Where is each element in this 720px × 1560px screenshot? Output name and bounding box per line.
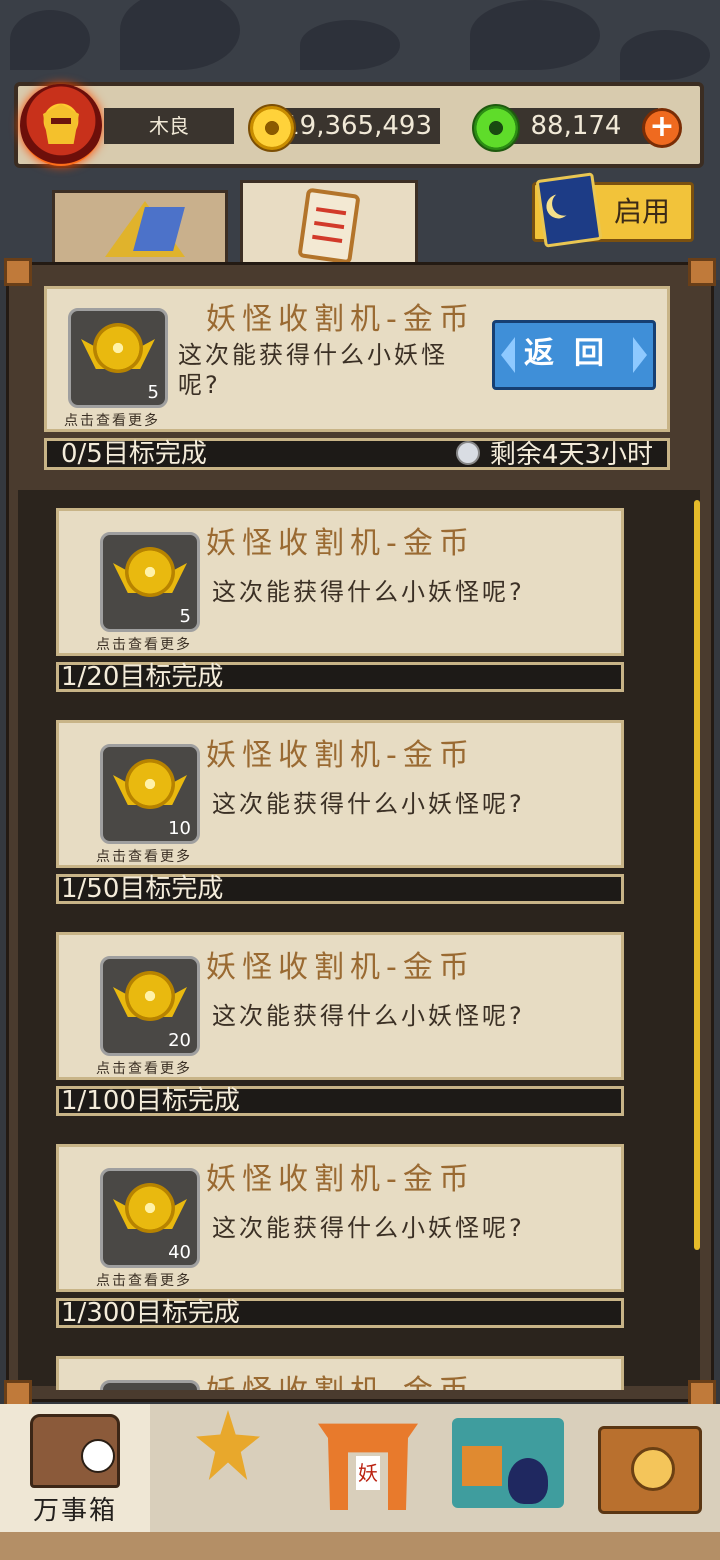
task-title: 妖怪收割机-金币 (206, 738, 475, 773)
shop-bag-icon (452, 1418, 564, 1508)
event-progress-bar: 0/5目标完成 剩余4天3小时 (44, 438, 670, 470)
star-trophy-icon (196, 1410, 260, 1480)
reward-count: 10 (168, 818, 191, 839)
task-description: 这次能获得什么小妖怪呢? (212, 578, 525, 606)
event-title: 妖怪收割机-金币 (206, 302, 475, 337)
reward-item[interactable]: 5 (68, 308, 168, 408)
task-title: 妖怪收割机-金币 (206, 1162, 475, 1197)
player-name: 木良 (104, 108, 234, 144)
task-title: 妖怪收割机-金币 (206, 950, 475, 985)
clipboard-icon (297, 187, 361, 265)
reward-count: 40 (168, 1242, 191, 1263)
view-more-hint[interactable]: 点击查看更多 (96, 1058, 192, 1078)
task-progress-text: 1/100目标完成 (61, 1086, 240, 1116)
reward-count: 5 (179, 606, 191, 627)
corner-ornament (4, 258, 32, 286)
reward-count: 20 (168, 1030, 191, 1051)
add-gems-button[interactable]: + (642, 108, 682, 148)
task-progress-text: 1/300目标完成 (61, 1298, 240, 1328)
task-progress-text: 1/20目标完成 (61, 662, 224, 692)
task-description: 这次能获得什么小妖怪呢? (212, 1002, 525, 1030)
gold-medal-icon (125, 971, 175, 1021)
task-list[interactable]: 5 点击查看更多 妖怪收割机-金币 这次能获得什么小妖怪呢? 1/20目标完成 … (18, 496, 700, 1390)
view-more-hint[interactable]: 点击查看更多 (96, 846, 192, 866)
reward-item[interactable]: 10 (100, 744, 200, 844)
corner-ornament (688, 258, 716, 286)
task-description: 这次能获得什么小妖怪呢? (212, 1214, 525, 1242)
view-more-hint[interactable]: 点击查看更多 (96, 1270, 192, 1290)
task-title: 妖怪收割机-金币 (206, 526, 475, 561)
gold-medal-icon (125, 759, 175, 809)
back-button[interactable]: 返回 (492, 320, 656, 390)
event-progress-text: 0/5目标完成 (61, 439, 207, 469)
view-more-hint[interactable]: 点击查看更多 (96, 634, 192, 654)
task-progress-text: 1/50目标完成 (61, 874, 224, 904)
time-remaining: 剩余4天3小时 (455, 440, 653, 470)
reward-count: 5 (147, 382, 159, 403)
task-progress-bar: 1/100目标完成 (56, 1086, 624, 1116)
book-emblem-icon (598, 1426, 702, 1514)
clock-icon (455, 441, 480, 465)
nav-item-chest[interactable]: 万事箱 (0, 1404, 150, 1536)
task-progress-bar: 1/20目标完成 (56, 662, 624, 692)
chest-clock-icon (30, 1414, 120, 1488)
gold-medal-icon (125, 547, 175, 597)
nav-item-book[interactable] (576, 1404, 720, 1536)
time-remaining-text: 剩余4天3小时 (489, 440, 653, 470)
gold-medal-icon (125, 1183, 175, 1233)
mask-icon (43, 104, 79, 144)
reward-item[interactable]: 5 (100, 532, 200, 632)
nav-bottom-trim (0, 1532, 720, 1560)
nav-item-trophy[interactable] (150, 1404, 294, 1536)
reward-item[interactable]: 20 (100, 956, 200, 1056)
nav-item-label: 万事箱 (32, 1496, 117, 1526)
gem-icon (472, 104, 520, 152)
event-description: 这次能获得什么小妖怪呢? (178, 341, 448, 399)
tab-cards[interactable] (52, 190, 228, 270)
task-description: 这次能获得什么小妖怪呢? (212, 790, 525, 818)
tab-tasks[interactable] (240, 180, 418, 272)
nav-item-shop[interactable] (438, 1404, 582, 1536)
moon-card-icon (535, 172, 603, 248)
gate-sign: 妖 (356, 1456, 380, 1490)
reward-item[interactable] (100, 1380, 200, 1390)
view-more-hint[interactable]: 点击查看更多 (64, 410, 160, 430)
coin-icon (248, 104, 296, 152)
player-avatar[interactable] (20, 84, 102, 166)
task-progress-bar: 1/300目标完成 (56, 1298, 624, 1328)
reward-item[interactable]: 40 (100, 1168, 200, 1268)
task-progress-bar: 1/50目标完成 (56, 874, 624, 904)
scrollbar[interactable] (694, 500, 700, 1250)
nav-item-gate[interactable]: 妖 (294, 1404, 438, 1536)
gold-medal-icon (93, 323, 143, 373)
task-title: 妖怪收割机-金币 (206, 1366, 475, 1390)
